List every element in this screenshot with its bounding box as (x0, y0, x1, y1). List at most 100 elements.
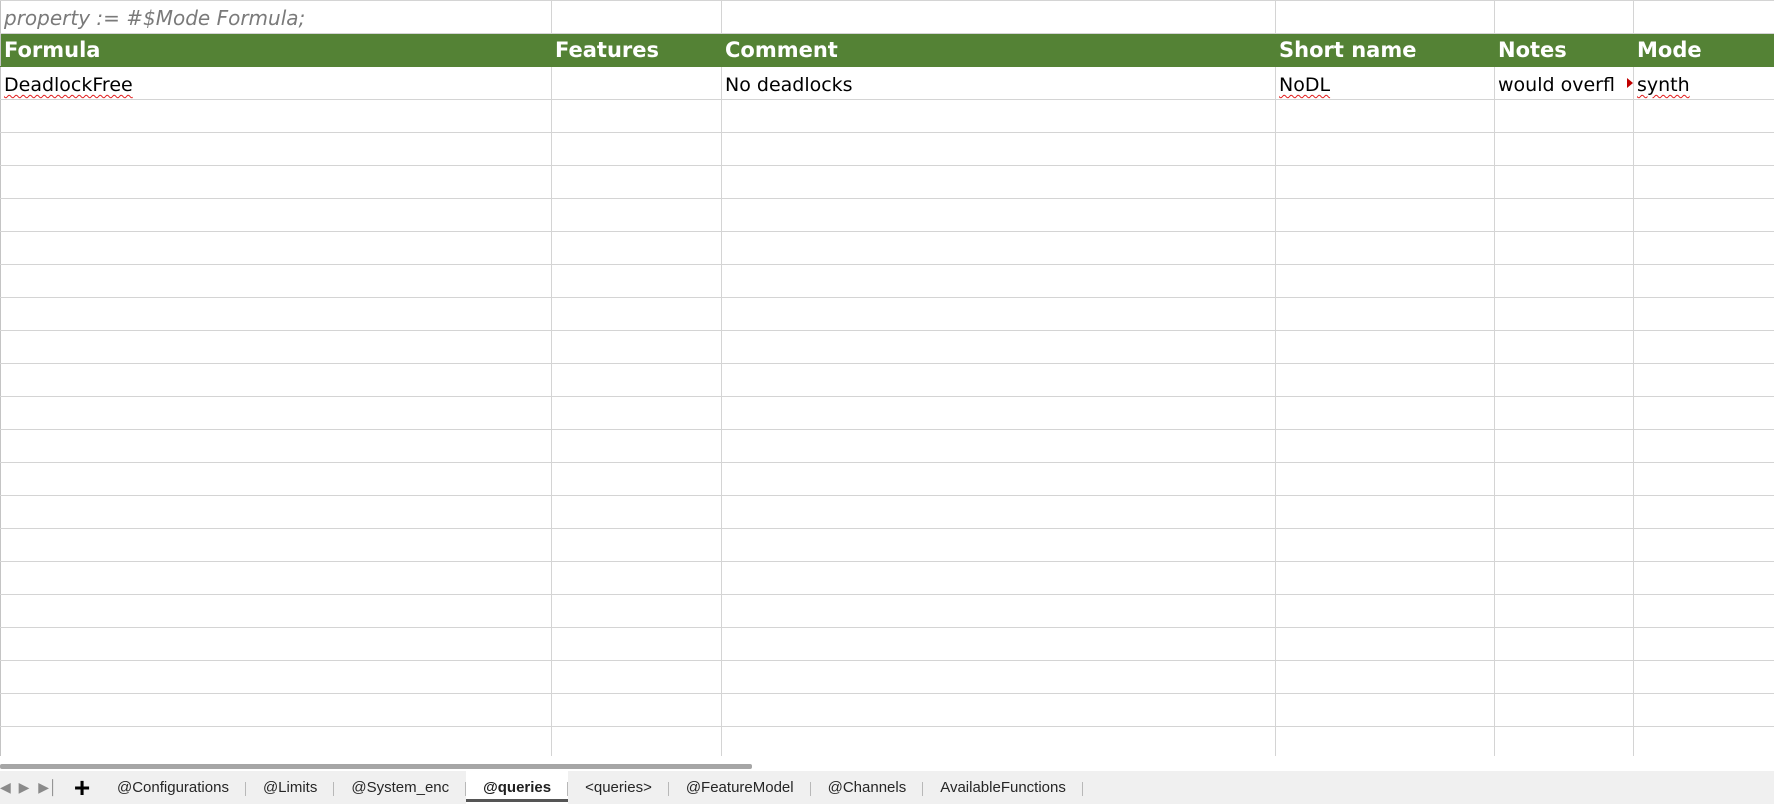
cell-short-name[interactable] (1275, 462, 1495, 496)
cell-notes[interactable] (1494, 264, 1634, 298)
cell-mode[interactable]: synth (1633, 66, 1774, 100)
cell-notes[interactable] (1494, 594, 1634, 628)
cell-notes[interactable]: would overfl (1494, 66, 1634, 100)
horizontal-scrollbar-thumb[interactable] (0, 764, 752, 769)
cell-mode[interactable] (1633, 132, 1774, 166)
cell-features[interactable] (551, 660, 722, 694)
cell-comment[interactable] (721, 429, 1276, 463)
cell-comment[interactable] (721, 495, 1276, 529)
cell-short-name[interactable] (1275, 264, 1495, 298)
cell-notes[interactable] (1494, 165, 1634, 199)
cell-notes[interactable] (1494, 198, 1634, 232)
tab-configurations[interactable]: @Configurations (100, 771, 246, 804)
tab-system-enc[interactable]: @System_enc (334, 771, 466, 804)
cell-mode[interactable] (1633, 165, 1774, 199)
cell-notes[interactable] (1494, 132, 1634, 166)
cell-features[interactable] (551, 231, 722, 265)
cell-formula[interactable] (0, 231, 552, 265)
triangle-right-icon[interactable]: ▶ (12, 771, 36, 804)
cell-features[interactable] (551, 396, 722, 430)
cell-mode[interactable] (1633, 462, 1774, 496)
cell-features[interactable] (551, 363, 722, 397)
cell-notes[interactable] (1494, 627, 1634, 661)
cell-mode[interactable] (1633, 198, 1774, 232)
cell-comment[interactable] (721, 330, 1276, 364)
cell-notes[interactable] (1494, 660, 1634, 694)
cell-short-name[interactable] (1275, 396, 1495, 430)
header-cell-mode[interactable]: Mode (1633, 33, 1774, 67)
cell-mode[interactable] (1633, 297, 1774, 331)
cell-features[interactable] (551, 297, 722, 331)
cell-comment[interactable] (721, 528, 1276, 562)
triangle-right-end-icon[interactable]: ▶│ (36, 771, 60, 804)
cell-short-name[interactable] (1275, 726, 1495, 756)
cell-comment[interactable] (721, 297, 1276, 331)
cell-features[interactable] (551, 693, 722, 727)
header-cell-features[interactable]: Features (551, 33, 722, 67)
cell[interactable] (1494, 0, 1634, 34)
cell-notes[interactable] (1494, 297, 1634, 331)
cell[interactable] (721, 0, 1276, 34)
tab-queries[interactable]: @queries (466, 771, 569, 804)
cell-comment[interactable] (721, 198, 1276, 232)
cell-short-name[interactable] (1275, 165, 1495, 199)
cell-features[interactable] (551, 726, 722, 756)
cell-notes[interactable] (1494, 693, 1634, 727)
cell-mode[interactable] (1633, 396, 1774, 430)
cell-formula[interactable] (0, 363, 552, 397)
cell-short-name[interactable] (1275, 528, 1495, 562)
cell-notes[interactable] (1494, 561, 1634, 595)
cell-short-name[interactable] (1275, 495, 1495, 529)
cell-features[interactable] (551, 66, 722, 100)
cell-short-name[interactable] (1275, 594, 1495, 628)
spreadsheet-grid[interactable]: property := #$Mode Formula; Formula Feat… (0, 0, 1774, 756)
cell-short-name[interactable] (1275, 561, 1495, 595)
cell-formula[interactable] (0, 726, 552, 756)
cell-short-name[interactable] (1275, 429, 1495, 463)
cell-features[interactable] (551, 165, 722, 199)
cell-short-name[interactable]: NoDL (1275, 66, 1495, 100)
cell-mode[interactable] (1633, 264, 1774, 298)
cell-comment[interactable] (721, 132, 1276, 166)
cell-formula[interactable] (0, 198, 552, 232)
cell-formula[interactable] (0, 99, 552, 133)
cell-features[interactable] (551, 594, 722, 628)
cell-formula[interactable] (0, 528, 552, 562)
triangle-left-icon[interactable]: ◀ (0, 771, 12, 804)
cell[interactable] (551, 0, 722, 34)
cell-short-name[interactable] (1275, 363, 1495, 397)
cell-features[interactable] (551, 198, 722, 232)
cell-short-name[interactable] (1275, 231, 1495, 265)
add-sheet-button[interactable]: + (64, 771, 100, 804)
cell-comment[interactable] (721, 396, 1276, 430)
cell-mode[interactable] (1633, 231, 1774, 265)
cell-notes[interactable] (1494, 726, 1634, 756)
cell-notes[interactable] (1494, 99, 1634, 133)
cell-mode[interactable] (1633, 660, 1774, 694)
tab-feature-model[interactable]: @FeatureModel (669, 771, 811, 804)
cell-mode[interactable] (1633, 330, 1774, 364)
cell-features[interactable] (551, 462, 722, 496)
cell-short-name[interactable] (1275, 99, 1495, 133)
cell-comment[interactable] (721, 99, 1276, 133)
cell-mode[interactable] (1633, 429, 1774, 463)
cell-notes[interactable] (1494, 363, 1634, 397)
cell-formula[interactable] (0, 297, 552, 331)
cell-comment[interactable] (721, 264, 1276, 298)
cell-formula[interactable] (0, 495, 552, 529)
cell-features[interactable] (551, 627, 722, 661)
cell-formula[interactable] (0, 693, 552, 727)
cell-formula[interactable] (0, 627, 552, 661)
cell-formula[interactable] (0, 396, 552, 430)
cell-comment[interactable] (721, 363, 1276, 397)
cell-comment[interactable]: No deadlocks (721, 66, 1276, 100)
cell-comment[interactable] (721, 462, 1276, 496)
cell-mode[interactable] (1633, 363, 1774, 397)
cell-formula[interactable] (0, 165, 552, 199)
cell-comment[interactable] (721, 594, 1276, 628)
cell-features[interactable] (551, 561, 722, 595)
header-cell-short-name[interactable]: Short name (1275, 33, 1495, 67)
cell-short-name[interactable] (1275, 660, 1495, 694)
cell-mode[interactable] (1633, 495, 1774, 529)
cell-short-name[interactable] (1275, 297, 1495, 331)
